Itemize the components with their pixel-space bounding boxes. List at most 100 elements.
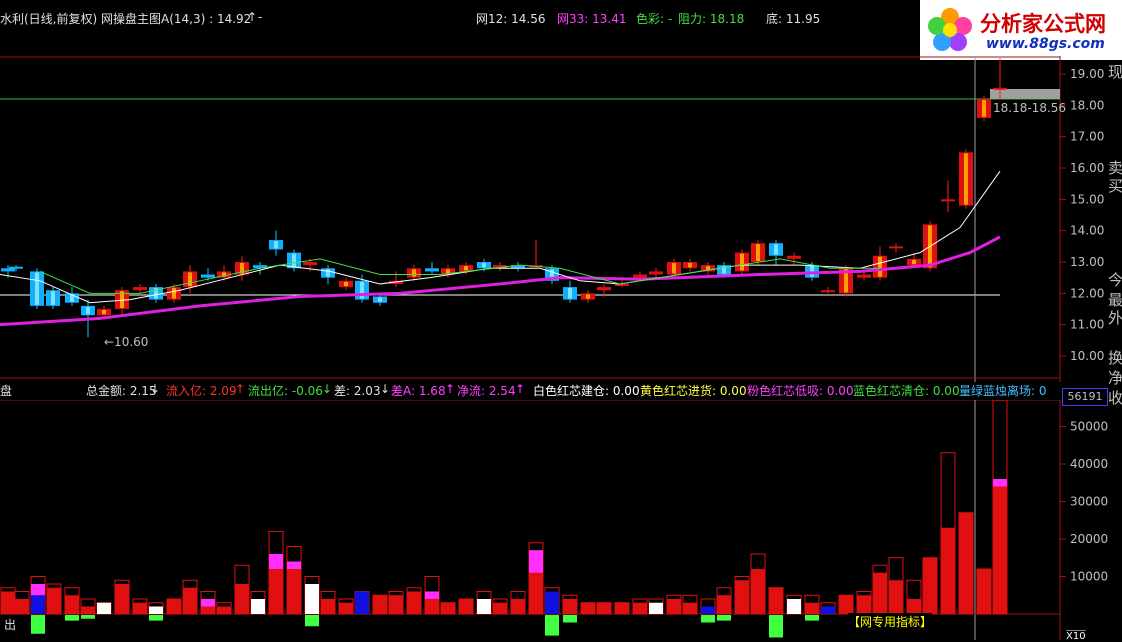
volume-bar — [581, 602, 595, 614]
quote-panel-label: 换 — [1108, 349, 1122, 367]
volume-tick-label: 20000 — [1070, 532, 1108, 546]
quote-panel-label: 最 — [1108, 291, 1122, 309]
volume-bar — [787, 599, 801, 614]
volume-bar — [683, 602, 697, 614]
green-exit-value: 量绿蓝烛离场: 0 — [959, 384, 1047, 398]
candle-core — [172, 288, 176, 299]
up-arrow-icon: ↑ — [445, 382, 456, 396]
candle-core — [86, 306, 90, 315]
main-title: 水利(日线,前复权) 网操盘主图A(14,3) : 14.92 — [0, 12, 252, 26]
candle-core — [464, 266, 468, 271]
volume-bar — [81, 606, 95, 614]
volume-bar — [597, 602, 611, 614]
candle-core — [344, 281, 348, 287]
candle-core — [102, 310, 106, 315]
pink-core-value: 粉色红芯低吸: 0.00 — [747, 384, 854, 398]
volume-bar-core — [993, 479, 1007, 487]
volume-bar — [65, 595, 79, 614]
volume-bar — [751, 569, 765, 614]
volume-bar — [97, 602, 111, 614]
volume-bar — [907, 599, 921, 614]
volume-bar — [339, 602, 353, 614]
price-tag-label: 18.18-18.56 — [993, 101, 1066, 115]
resistance-value: 阻力: 18.18 — [678, 12, 745, 26]
volume-bar — [459, 599, 473, 614]
volume-bar — [355, 591, 369, 614]
candle-body-up — [615, 283, 629, 286]
volume-bar — [941, 527, 955, 614]
candle-body-up — [941, 199, 955, 202]
candle-core — [672, 263, 676, 274]
volume-bar-negative — [65, 615, 79, 621]
volume-bar — [839, 595, 853, 614]
volume-bar — [633, 602, 647, 614]
candle-core — [274, 241, 278, 249]
white-core-value: 白色红芯建仓: 0.00 — [533, 384, 640, 398]
candle-body-down — [201, 274, 215, 278]
x10-button[interactable]: X10 — [1066, 630, 1086, 642]
net33-value: 网33: 13.41 — [557, 12, 627, 26]
candle-core — [378, 297, 382, 302]
volume-bar — [717, 595, 731, 614]
volume-chart[interactable]: 50000 40000 30000 20000 10000 — [0, 400, 1122, 640]
candle-core — [188, 272, 192, 287]
candle-core — [740, 253, 744, 271]
yellow-core-value: 黄色红芯进货: 0.00 — [640, 384, 747, 398]
candle-core — [360, 281, 364, 299]
candle-core — [326, 269, 330, 277]
indicator-info-bar: 盘 总金额: 2.15 ↓ 流入亿: 2.09 ↑ 流出亿: -0.06 ↓ 差… — [0, 382, 1058, 398]
net12-value: 网12: 14.56 — [476, 12, 546, 26]
volume-bar — [477, 599, 491, 614]
quote-panel-label: 今 — [1108, 271, 1122, 289]
volume-bar — [873, 572, 887, 614]
volume-bar-negative — [769, 615, 783, 638]
volume-bar-core — [201, 599, 215, 607]
volume-bar — [977, 569, 991, 614]
candle-core — [982, 100, 986, 117]
candle-core — [912, 259, 916, 265]
indicator-name: 盘 — [0, 384, 13, 398]
volume-bar — [511, 599, 525, 614]
bottom-value: 底: 11.95 — [766, 12, 821, 26]
quote-panel-label: 收 — [1108, 389, 1122, 407]
volume-bar — [701, 606, 715, 614]
blue-core-value: 蓝色红芯清仓: 0.00 — [853, 384, 960, 398]
volume-bar — [217, 606, 231, 614]
volume-bar-core — [529, 550, 543, 573]
up-arrow-icon: ↑ — [235, 382, 246, 396]
volume-bar — [993, 479, 1007, 614]
candle-core — [35, 272, 39, 305]
volume-bar-negative — [81, 615, 95, 619]
candle-body-up — [787, 255, 801, 259]
price-tick-label: 19.00 — [1070, 67, 1104, 81]
volume-bar — [805, 602, 819, 614]
title-suffix: - — [258, 10, 263, 24]
indicator-tag[interactable]: 【网专用指标】 — [848, 613, 933, 630]
price-tick-label: 15.00 — [1070, 192, 1104, 206]
down-arrow-icon: ↓ — [322, 382, 333, 396]
volume-bar — [373, 595, 387, 614]
volume-bar-negative — [305, 615, 319, 627]
volume-bar-negative — [717, 615, 731, 621]
net-flow-value: 净流: 2.54 — [457, 384, 516, 398]
low-price-marker: ←10.60 — [104, 335, 148, 349]
candle-core — [482, 263, 486, 268]
volume-bar — [167, 599, 181, 614]
candle-core — [878, 256, 882, 277]
candle-core — [774, 244, 778, 255]
candle-body-up — [303, 262, 317, 266]
volume-bar — [287, 561, 301, 614]
candle-body-down — [425, 268, 439, 272]
candle-body-down — [9, 266, 23, 269]
volume-bar — [889, 580, 903, 614]
volume-bar — [615, 602, 629, 614]
candle-body-down — [1, 268, 15, 272]
quote-panel-label: 卖 — [1108, 159, 1122, 177]
price-chart[interactable]: 19.00 18.00 17.00 16.00 15.00 14.00 13.00 12.00… — [0, 56, 1122, 382]
candle-body-up — [649, 271, 663, 275]
volume-bar — [235, 584, 249, 614]
volume-bar — [183, 587, 197, 614]
diff-a-value: 差A: 1.68 — [391, 384, 446, 398]
right-quote-panel[interactable]: 现卖买今最外换净收 — [1106, 60, 1122, 640]
volume-bar — [545, 591, 559, 614]
